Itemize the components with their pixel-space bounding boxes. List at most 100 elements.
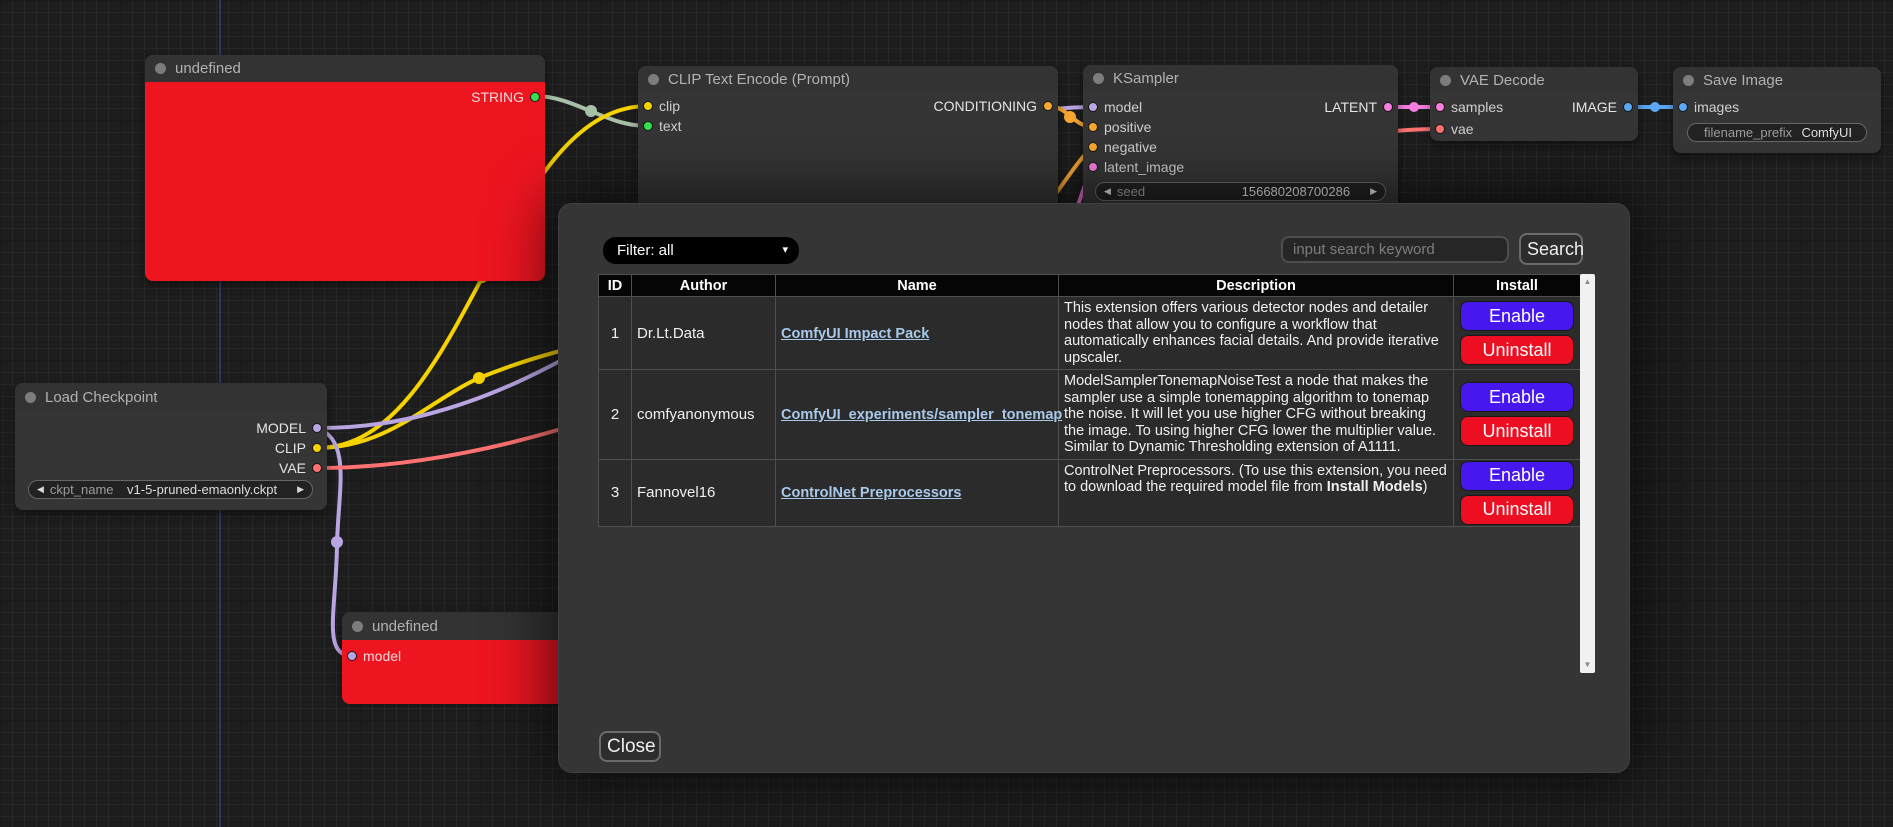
input-slot-label: latent_image: [1104, 159, 1184, 175]
next-arrow-icon[interactable]: ▶: [297, 484, 304, 495]
output-slot-string-dot[interactable]: [530, 92, 540, 102]
decrement-arrow-icon[interactable]: ◀: [1104, 186, 1111, 197]
uninstall-button[interactable]: Uninstall: [1461, 496, 1573, 524]
extension-name-link[interactable]: ControlNet Preprocessors: [781, 485, 962, 501]
node-error-body: STRING: [145, 82, 545, 281]
extension-table: ID Author Name Description Install 1 Dr.…: [598, 274, 1581, 527]
node-title-bar[interactable]: Save Image: [1673, 67, 1881, 93]
node-title-bar[interactable]: Load Checkpoint: [15, 383, 327, 411]
input-slot-label: model: [363, 648, 401, 664]
extension-name-link[interactable]: ComfyUI Impact Pack: [781, 326, 929, 342]
node-title-bar[interactable]: KSampler: [1083, 65, 1398, 92]
description-text: ): [1423, 479, 1428, 495]
extension-description: ControlNet Preprocessors. (To use this e…: [1059, 459, 1454, 526]
widget-label: ckpt_name: [50, 482, 114, 497]
input-slot-images-dot[interactable]: [1678, 102, 1688, 112]
node-graph-canvas[interactable]: undefined STRING CLIP Text Encode (Promp…: [0, 0, 1893, 827]
node-ksampler[interactable]: KSampler model positive negative latent_…: [1083, 65, 1398, 210]
output-slot-label: IMAGE: [1572, 99, 1617, 115]
uninstall-button[interactable]: Uninstall: [1461, 336, 1573, 364]
node-vae-decode[interactable]: VAE Decode samples vae IMAGE: [1430, 67, 1638, 141]
input-slot-text-dot[interactable]: [643, 121, 653, 131]
close-button[interactable]: Close: [599, 731, 661, 762]
table-row: 2 comfyanonymous ComfyUI_experiments/sam…: [599, 370, 1581, 460]
filename-prefix-widget[interactable]: filename_prefix ComfyUI: [1687, 123, 1867, 142]
collapse-dot-icon[interactable]: [1093, 73, 1104, 84]
node-title-bar[interactable]: CLIP Text Encode (Prompt): [638, 66, 1058, 93]
enable-button[interactable]: Enable: [1461, 383, 1573, 411]
input-slot-model-dot[interactable]: [1088, 102, 1098, 112]
extension-description: ModelSamplerTonemapNoiseTest a node that…: [1059, 370, 1454, 460]
output-slot-vae-dot[interactable]: [312, 463, 322, 473]
extension-description: This extension offers various detector n…: [1059, 297, 1454, 370]
output-slot-model-dot[interactable]: [312, 423, 322, 433]
collapse-dot-icon[interactable]: [1683, 75, 1694, 86]
input-slot-clip-dot[interactable]: [643, 101, 653, 111]
output-slot-label: LATENT: [1324, 99, 1377, 115]
node-title: Load Checkpoint: [45, 389, 158, 406]
enable-button[interactable]: Enable: [1461, 302, 1573, 330]
input-slot-label: images: [1694, 99, 1739, 115]
ckpt-name-widget[interactable]: ◀ ckpt_name v1-5-pruned-emaonly.ckpt ▶: [28, 480, 313, 499]
collapse-dot-icon[interactable]: [155, 63, 166, 74]
node-title: undefined: [372, 618, 438, 635]
extension-id: 2: [599, 370, 632, 460]
table-header-row: ID Author Name Description Install: [599, 275, 1581, 297]
output-slot-label: CONDITIONING: [934, 98, 1037, 114]
extension-author: Dr.Lt.Data: [632, 297, 776, 370]
input-slot-latent-image-dot[interactable]: [1088, 162, 1098, 172]
input-slot-label: clip: [659, 98, 680, 114]
node-undefined-string[interactable]: undefined STRING: [145, 55, 545, 281]
node-title: VAE Decode: [1460, 72, 1545, 89]
node-load-checkpoint[interactable]: Load Checkpoint MODEL CLIP VAE ◀ ckpt_na…: [15, 383, 327, 510]
uninstall-button[interactable]: Uninstall: [1461, 417, 1573, 445]
input-slot-vae-dot[interactable]: [1435, 124, 1445, 134]
filter-select[interactable]: Filter: all: [603, 237, 799, 264]
previous-arrow-icon[interactable]: ◀: [37, 484, 44, 495]
column-header-author: Author: [632, 275, 776, 297]
input-slot-label: model: [1104, 99, 1142, 115]
seed-widget[interactable]: ◀ seed 156680208700286 ▶: [1095, 182, 1386, 201]
extension-manager-dialog: Filter: all ▾ Search ID Author Name Desc…: [558, 203, 1630, 773]
node-title-bar[interactable]: VAE Decode: [1430, 67, 1638, 93]
table-scrollbar[interactable]: ▲ ▼: [1580, 274, 1595, 673]
search-button[interactable]: Search: [1519, 233, 1583, 265]
extension-author: Fannovel16: [632, 459, 776, 526]
input-slot-negative-dot[interactable]: [1088, 142, 1098, 152]
column-header-description: Description: [1059, 275, 1454, 297]
input-slot-model-dot[interactable]: [347, 651, 357, 661]
input-slot-label: vae: [1451, 121, 1474, 137]
collapse-dot-icon[interactable]: [352, 621, 363, 632]
node-title-bar[interactable]: undefined: [145, 55, 545, 82]
collapse-dot-icon[interactable]: [25, 392, 36, 403]
input-slot-positive-dot[interactable]: [1088, 122, 1098, 132]
extension-name-link[interactable]: ComfyUI_experiments/sampler_tonemap: [781, 407, 1062, 423]
output-slot-latent-dot[interactable]: [1383, 102, 1393, 112]
collapse-dot-icon[interactable]: [1440, 75, 1451, 86]
node-save-image[interactable]: Save Image images filename_prefix ComfyU…: [1673, 67, 1881, 153]
input-slot-label: negative: [1104, 139, 1157, 155]
input-slot-label: text: [659, 118, 682, 134]
node-clip-text-encode[interactable]: CLIP Text Encode (Prompt) clip text COND…: [638, 66, 1058, 216]
scroll-down-icon[interactable]: ▼: [1580, 658, 1595, 672]
collapse-dot-icon[interactable]: [648, 74, 659, 85]
output-slot-image-dot[interactable]: [1623, 102, 1633, 112]
node-title: undefined: [175, 60, 241, 77]
scroll-up-icon[interactable]: ▲: [1580, 275, 1595, 289]
extension-author: comfyanonymous: [632, 370, 776, 460]
widget-label: filename_prefix: [1696, 125, 1792, 140]
extension-id: 3: [599, 459, 632, 526]
enable-button[interactable]: Enable: [1461, 462, 1573, 490]
node-title: CLIP Text Encode (Prompt): [668, 71, 850, 88]
input-slot-label: positive: [1104, 119, 1151, 135]
output-slot-label: STRING: [471, 89, 524, 105]
input-slot-samples-dot[interactable]: [1435, 102, 1445, 112]
widget-value: v1-5-pruned-emaonly.ckpt: [120, 482, 292, 497]
widget-value: ComfyUI: [1798, 125, 1858, 140]
output-slot-clip-dot[interactable]: [312, 443, 322, 453]
search-input[interactable]: [1281, 236, 1509, 263]
column-header-name: Name: [776, 275, 1059, 297]
increment-arrow-icon[interactable]: ▶: [1370, 186, 1377, 197]
description-bold-text: Install Models: [1327, 479, 1423, 495]
output-slot-conditioning-dot[interactable]: [1043, 101, 1053, 111]
